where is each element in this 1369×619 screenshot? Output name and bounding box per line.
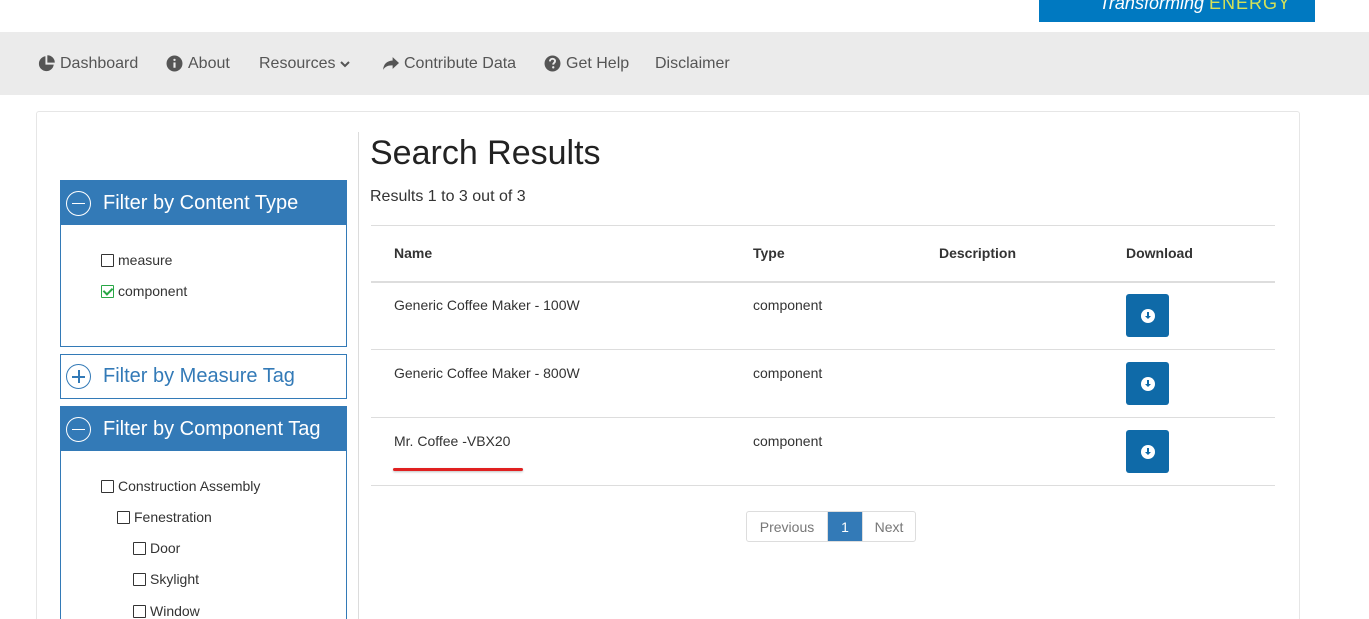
- pagination: Previous 1 Next: [746, 511, 916, 542]
- table-row-border: [371, 417, 1275, 418]
- download-circle-icon: [1140, 444, 1155, 459]
- checkbox-measure[interactable]: measure: [101, 252, 172, 268]
- filter-measure-tag-header[interactable]: Filter by Measure Tag: [61, 355, 346, 398]
- checkbox-skylight[interactable]: Skylight: [133, 571, 199, 587]
- pagination-next[interactable]: Next: [862, 512, 915, 541]
- result-type: component: [753, 433, 823, 449]
- nav-get-help[interactable]: Get Help: [544, 32, 629, 95]
- checkbox-box: [101, 253, 114, 267]
- checkbox-box: [133, 572, 146, 586]
- sidebar-divider: [358, 132, 359, 619]
- pagination-page-1[interactable]: 1: [828, 512, 862, 541]
- nav-resources-dropdown[interactable]: Resources: [259, 32, 351, 95]
- filter-measure-tag: Filter by Measure Tag: [60, 354, 347, 399]
- checkbox-door[interactable]: Door: [133, 540, 180, 556]
- column-header-type[interactable]: Type: [753, 245, 785, 261]
- checkbox-box: [133, 541, 146, 555]
- checkbox-checked: [101, 284, 114, 298]
- table-row-border: [371, 349, 1275, 350]
- expand-plus-icon: [66, 364, 91, 389]
- question-circle-icon: [544, 55, 561, 72]
- column-header-description[interactable]: Description: [939, 245, 1016, 261]
- info-circle-icon: [166, 55, 183, 72]
- nav-dashboard[interactable]: Dashboard: [38, 32, 138, 95]
- result-type: component: [753, 365, 823, 381]
- nav-disclaimer[interactable]: Disclaimer: [655, 32, 730, 95]
- table-header-border: [371, 281, 1275, 283]
- filter-content-type: Filter by Content Type measure component: [60, 180, 347, 347]
- filter-component-tag: Filter by Component Tag Construction Ass…: [60, 406, 347, 619]
- collapse-minus-icon: [66, 416, 91, 442]
- filter-component-tag-header[interactable]: Filter by Component Tag: [61, 407, 346, 451]
- table-bottom-border: [371, 485, 1275, 486]
- brand-logo-banner: Transforming ENERGY: [1039, 0, 1315, 22]
- result-name-link[interactable]: Mr. Coffee -VBX20: [394, 433, 510, 449]
- download-circle-icon: [1140, 376, 1155, 391]
- download-button[interactable]: [1126, 430, 1169, 473]
- nav-about[interactable]: About: [166, 32, 230, 95]
- share-arrow-icon: [382, 55, 399, 72]
- table-top-border: [371, 225, 1275, 226]
- results-count: Results 1 to 3 out of 3: [370, 188, 526, 205]
- checkbox-box: [117, 510, 130, 524]
- chevron-down-icon: [340, 59, 351, 69]
- checkbox-fenestration[interactable]: Fenestration: [117, 509, 212, 525]
- checkbox-box: [133, 604, 146, 618]
- checkbox-box: [101, 479, 114, 493]
- download-circle-icon: [1140, 308, 1155, 323]
- nav-contribute-data[interactable]: Contribute Data: [382, 32, 516, 95]
- result-name-link[interactable]: Generic Coffee Maker - 100W: [394, 297, 580, 313]
- checkbox-construction-assembly[interactable]: Construction Assembly: [101, 478, 260, 494]
- column-header-download: Download: [1126, 245, 1193, 261]
- checkbox-component[interactable]: component: [101, 283, 187, 299]
- pagination-previous[interactable]: Previous: [747, 512, 828, 541]
- checkbox-window[interactable]: Window: [133, 603, 200, 619]
- column-header-name[interactable]: Name: [394, 245, 432, 261]
- pie-chart-icon: [38, 55, 55, 72]
- result-name-link[interactable]: Generic Coffee Maker - 800W: [394, 365, 580, 381]
- download-button[interactable]: [1126, 294, 1169, 337]
- download-button[interactable]: [1126, 362, 1169, 405]
- annotation-underline: [393, 468, 523, 471]
- main-navbar: Dashboard About Resources Contribute Dat…: [0, 32, 1369, 95]
- filter-content-type-header[interactable]: Filter by Content Type: [61, 181, 346, 225]
- brand-tagline: Transforming ENERGY: [1099, 0, 1291, 13]
- result-type: component: [753, 297, 823, 313]
- collapse-minus-icon: [66, 190, 91, 216]
- page-title: Search Results: [370, 134, 601, 172]
